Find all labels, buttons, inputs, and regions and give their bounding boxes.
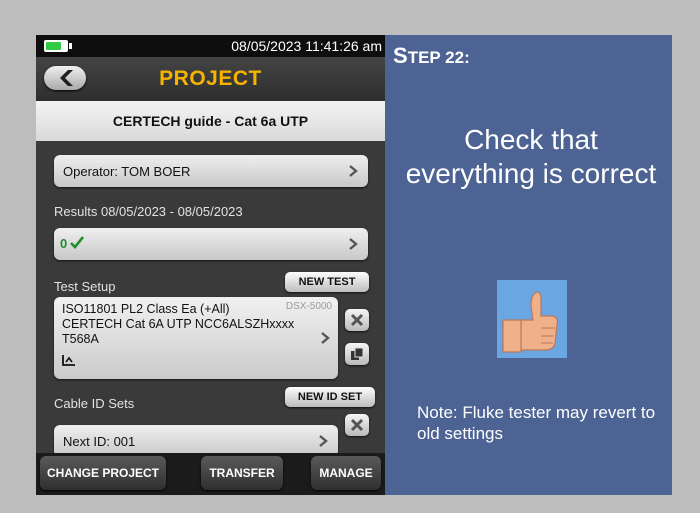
- chevron-right-icon: [321, 332, 330, 344]
- results-button[interactable]: 0: [54, 228, 368, 260]
- thumbs-up-icon: [497, 280, 567, 358]
- copy-setup-button[interactable]: [345, 343, 369, 365]
- wiremap-icon: [62, 355, 75, 366]
- cable-id-heading: Cable ID Sets: [54, 396, 135, 411]
- slide: 08/05/2023 11:41:26 am PROJECT CERTECH g…: [36, 35, 672, 495]
- chevron-right-icon: [349, 238, 358, 250]
- change-project-button[interactable]: CHANGE PROJECT: [40, 456, 166, 490]
- project-name: CERTECH guide - Cat 6a UTP: [36, 101, 385, 141]
- tester-screen: 08/05/2023 11:41:26 am PROJECT CERTECH g…: [36, 35, 385, 495]
- datetime: 08/05/2023 11:41:26 am: [231, 38, 382, 54]
- operator-button[interactable]: Operator: TOM BOER: [54, 155, 368, 187]
- test-limit: ISO11801 PL2 Class Ea (+All): [62, 302, 230, 316]
- new-test-button[interactable]: NEW TEST: [285, 272, 369, 292]
- status-bar: 08/05/2023 11:41:26 am: [36, 35, 385, 57]
- delete-id-set-button[interactable]: [345, 414, 369, 436]
- manage-button[interactable]: MANAGE: [311, 456, 381, 490]
- close-icon: [350, 418, 364, 432]
- outlet-config: T568A: [62, 332, 99, 346]
- header: PROJECT: [36, 57, 385, 101]
- transfer-button[interactable]: TRANSFER: [201, 456, 283, 490]
- page-title: PROJECT: [159, 67, 262, 90]
- battery-icon: [44, 40, 72, 52]
- test-setup-heading: Test Setup: [54, 279, 116, 294]
- test-setup-card[interactable]: DSX-5000 ISO11801 PL2 Class Ea (+All) CE…: [54, 297, 338, 379]
- tester-model: DSX-5000: [285, 301, 332, 312]
- step-title: STEP 22:: [393, 43, 470, 68]
- note-text: Note: Fluke tester may revert to old set…: [417, 403, 656, 443]
- bottom-toolbar: CHANGE PROJECT TRANSFER MANAGE: [36, 453, 385, 495]
- close-icon: [350, 313, 364, 327]
- instruction-text: Check that everything is correct: [405, 124, 657, 189]
- chevron-right-icon: [319, 435, 328, 447]
- next-id-label: Next ID: 001: [63, 434, 136, 449]
- checkmark-icon: [70, 236, 84, 249]
- operator-label: Operator: TOM BOER: [63, 164, 191, 179]
- copy-icon: [351, 347, 364, 360]
- delete-setup-button[interactable]: [345, 309, 369, 331]
- pass-count: 0: [60, 236, 68, 251]
- results-label: Results 08/05/2023 - 08/05/2023: [54, 204, 243, 219]
- cable-type: CERTECH Cat 6A UTP NCC6ALSZHxxxx: [62, 317, 295, 331]
- chevron-right-icon: [349, 165, 358, 177]
- new-id-set-button[interactable]: NEW ID SET: [285, 387, 375, 407]
